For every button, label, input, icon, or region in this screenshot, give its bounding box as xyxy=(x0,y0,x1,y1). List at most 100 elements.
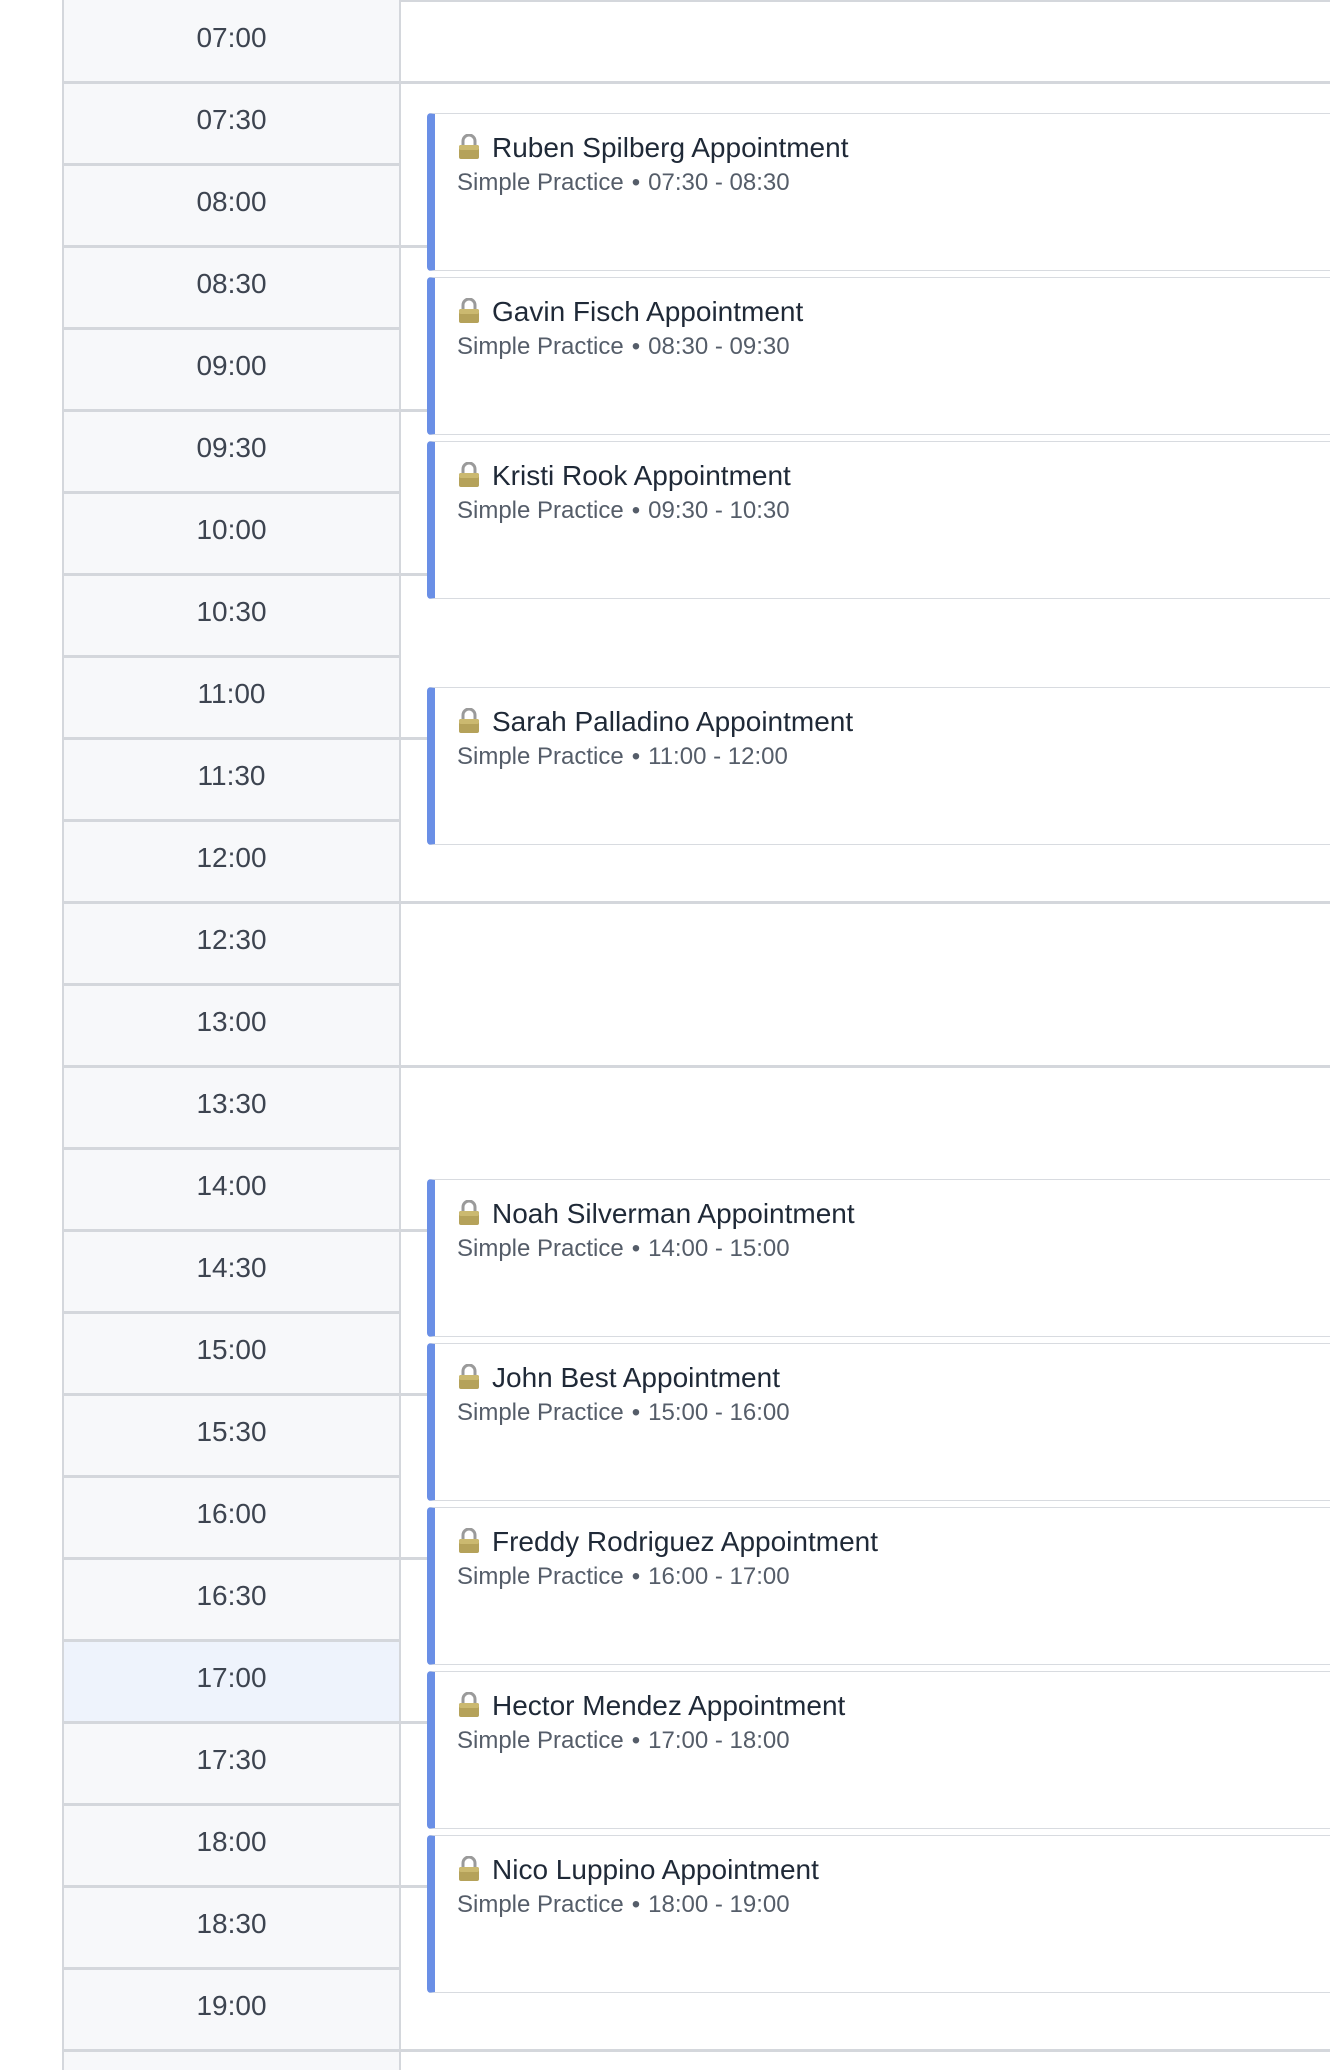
appointment-time-range: 16:00 - 17:00 xyxy=(648,1563,790,1590)
separator-dot: • xyxy=(631,497,641,524)
lock-icon xyxy=(457,1527,481,1554)
time-slot-label: 10:30 xyxy=(196,596,267,627)
time-slot-label: 18:00 xyxy=(196,1826,267,1857)
appointment-time-range: 18:00 - 19:00 xyxy=(648,1891,790,1918)
time-slot-label: 12:30 xyxy=(196,924,267,955)
hour-divider xyxy=(401,81,1330,84)
time-slot-divider xyxy=(64,409,399,412)
time-slot-label: 07:00 xyxy=(196,22,267,53)
time-column: 07:00 07:30 08:00 08:30 09:00 09:30 10:00 10:30… xyxy=(62,0,401,2070)
time-slot-label: 11:30 xyxy=(197,760,266,791)
time-slot-label: 14:30 xyxy=(196,1252,267,1283)
appointment-source: Simple Practice xyxy=(457,1399,624,1426)
time-slot-divider xyxy=(64,655,399,658)
separator-dot: • xyxy=(631,1235,641,1262)
appointment-time-range: 08:30 - 09:30 xyxy=(648,333,790,360)
appointment-card[interactable]: Ruben Spilberg Appointment Simple Practic… xyxy=(427,113,1330,271)
time-slot-label: 16:30 xyxy=(196,1580,267,1611)
lock-icon xyxy=(457,1199,481,1226)
appointment-title: Nico Luppino Appointment xyxy=(492,1854,819,1885)
time-slot-divider xyxy=(64,1639,399,1642)
lock-icon xyxy=(457,1855,481,1882)
appointment-title: Ruben Spilberg Appointment xyxy=(492,132,849,163)
appointment-card[interactable]: Sarah Palladino Appointment Simple Practi… xyxy=(427,687,1330,845)
appointment-title: Gavin Fisch Appointment xyxy=(492,296,804,327)
time-slot-divider xyxy=(64,573,399,576)
hour-divider xyxy=(401,1065,1330,1068)
time-slot-divider xyxy=(64,1311,399,1314)
appointment-details: Simple Practice • 11:00 - 12:00 xyxy=(457,740,788,774)
appointment-details: Simple Practice • 07:30 - 08:30 xyxy=(457,166,790,200)
appointment-time-range: 11:00 - 12:00 xyxy=(648,743,788,770)
appointment-source: Simple Practice xyxy=(457,1727,624,1754)
appointment-title: Sarah Palladino Appointment xyxy=(492,706,854,737)
time-slot-divider xyxy=(64,737,399,740)
appointment-source: Simple Practice xyxy=(457,743,624,770)
time-slot-divider xyxy=(64,327,399,330)
time-slot-label: 07:30 xyxy=(196,104,267,135)
time-slot-label: 09:00 xyxy=(196,350,267,381)
separator-dot: • xyxy=(631,169,641,196)
separator-dot: • xyxy=(631,1563,641,1590)
lock-icon xyxy=(457,461,481,488)
appointment-details: Simple Practice • 15:00 - 16:00 xyxy=(457,1396,790,1430)
appointment-card[interactable]: Noah Silverman Appointment Simple Practic… xyxy=(427,1179,1330,1337)
appointment-card[interactable]: Freddy Rodriguez Appointment Simple Pract… xyxy=(427,1507,1330,1665)
appointment-source: Simple Practice xyxy=(457,169,624,196)
separator-dot: • xyxy=(631,1399,641,1426)
appointment-details: Simple Practice • 09:30 - 10:30 xyxy=(457,494,790,528)
appointment-card[interactable]: Hector Mendez Appointment Simple Practice… xyxy=(427,1671,1330,1829)
appointment-card[interactable]: Gavin Fisch Appointment Simple Practice • 0… xyxy=(427,277,1330,435)
lock-icon xyxy=(457,1363,481,1390)
time-slot-divider xyxy=(64,819,399,822)
separator-dot: • xyxy=(631,1727,641,1754)
time-slot-divider xyxy=(64,901,399,904)
appointment-source: Simple Practice xyxy=(457,333,624,360)
time-slot-divider xyxy=(64,163,399,166)
time-slot-divider xyxy=(64,1967,399,1970)
appointment-title: Hector Mendez Appointment xyxy=(492,1690,846,1721)
appointment-source: Simple Practice xyxy=(457,1891,624,1918)
appointment-card[interactable]: John Best Appointment Simple Practice • 15:… xyxy=(427,1343,1330,1501)
time-slot-label: 19:00 xyxy=(196,1990,267,2021)
appointment-title: Freddy Rodriguez Appointment xyxy=(492,1526,878,1557)
time-slot-label: 15:30 xyxy=(196,1416,267,1447)
appointment-title: John Best Appointment xyxy=(492,1362,780,1393)
time-slot-divider xyxy=(64,983,399,986)
appointment-details: Simple Practice • 18:00 - 19:00 xyxy=(457,1888,790,1922)
appointment-source: Simple Practice xyxy=(457,1563,624,1590)
time-slot-divider xyxy=(64,1721,399,1724)
appointment-details: Simple Practice • 14:00 - 15:00 xyxy=(457,1232,790,1266)
hour-divider xyxy=(401,901,1330,904)
time-slot-label: 12:00 xyxy=(196,842,267,873)
lock-icon xyxy=(457,707,481,734)
time-slot-label: 17:30 xyxy=(196,1744,267,1775)
appointment-card[interactable]: Kristi Rook Appointment Simple Practice • 0… xyxy=(427,441,1330,599)
appointment-card[interactable]: Nico Luppino Appointment Simple Practice •… xyxy=(427,1835,1330,1993)
appointment-time-range: 17:00 - 18:00 xyxy=(648,1727,790,1754)
time-slot-label: 18:30 xyxy=(196,1908,267,1939)
lock-icon xyxy=(457,1691,481,1718)
appointment-time-range: 15:00 - 16:00 xyxy=(648,1399,790,1426)
time-slot-divider xyxy=(64,81,399,84)
time-slot-divider xyxy=(64,1147,399,1150)
appointment-details: Simple Practice • 08:30 - 09:30 xyxy=(457,330,790,364)
separator-dot: • xyxy=(631,743,641,770)
time-slot-label: 08:30 xyxy=(196,268,267,299)
time-slot-label: 17:00 xyxy=(196,1662,267,1693)
time-slot-label: 13:00 xyxy=(196,1006,267,1037)
appointment-time-range: 09:30 - 10:30 xyxy=(648,497,790,524)
time-slot-label: 08:00 xyxy=(196,186,267,217)
time-slot-divider xyxy=(64,1393,399,1396)
time-slot-label: 09:30 xyxy=(196,432,267,463)
separator-dot: • xyxy=(631,333,641,360)
time-slot-divider xyxy=(64,1475,399,1478)
appointment-time-range: 14:00 - 15:00 xyxy=(648,1235,790,1262)
appointment-details: Simple Practice • 17:00 - 18:00 xyxy=(457,1724,790,1758)
time-slot-divider xyxy=(64,1803,399,1806)
appointment-title: Kristi Rook Appointment xyxy=(492,460,791,491)
time-slot-label: 16:00 xyxy=(196,1498,267,1529)
lock-icon xyxy=(457,297,481,324)
day-calendar-view: 07:00 07:30 08:00 08:30 09:00 09:30 10:00 10:30… xyxy=(0,0,1330,2070)
appointment-source: Simple Practice xyxy=(457,1235,624,1262)
